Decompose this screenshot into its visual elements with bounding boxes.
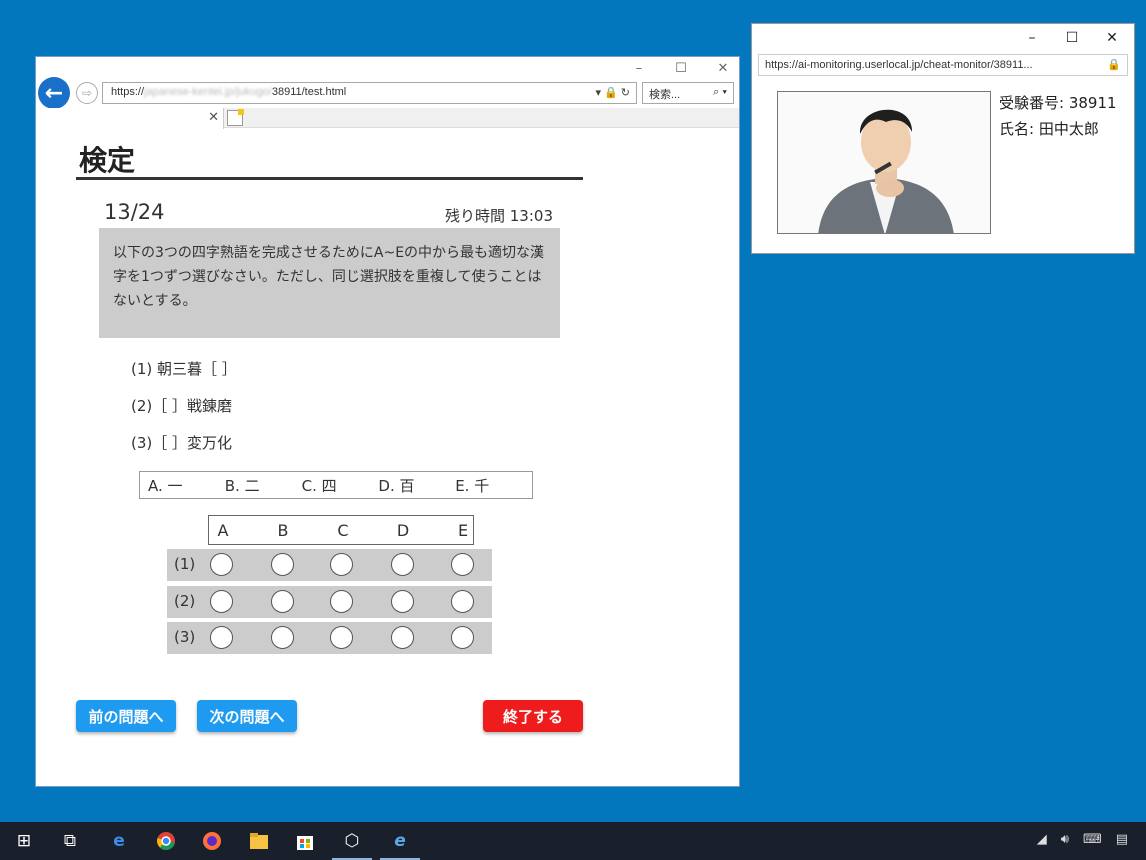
chrome-icon[interactable] <box>154 829 178 853</box>
choice-list: A. 一 B. 二 C. 四 D. 百 E. 千 <box>139 471 533 499</box>
person-photo-icon <box>778 92 990 233</box>
file-explorer-icon[interactable] <box>247 829 271 853</box>
examinee-webcam-photo <box>777 91 991 234</box>
maximize-button[interactable]: ☐ <box>673 61 689 76</box>
close-button[interactable]: ✕ <box>715 61 731 76</box>
system-tray: ◢ 🔊︎ ⌨ ▤ <box>1037 832 1128 847</box>
back-arrow-icon[interactable]: ← <box>38 77 70 109</box>
url-path: 38911/test.html <box>271 86 347 98</box>
answer-row-1: (1) <box>167 549 492 581</box>
title-divider <box>76 177 583 180</box>
radio-2-e[interactable] <box>451 590 474 613</box>
taskbar: ⊞ ⧉ e ⬡ e ◢ 🔊︎ ⌨ ▤ <box>0 822 1146 860</box>
column-e: E <box>457 521 469 540</box>
firefox-icon[interactable] <box>200 829 224 853</box>
exam-browser-window: – ☐ ✕ ← ⇨ https://japanese-kentei.jp/juk… <box>35 56 740 787</box>
close-icon[interactable]: ✕ <box>208 110 219 125</box>
store-icon[interactable] <box>293 829 317 853</box>
column-b: B <box>277 521 289 540</box>
monitor-url: https://ai-monitoring.userlocal.jp/cheat… <box>765 59 1033 71</box>
monitor-minimize-button[interactable]: – <box>1024 30 1040 46</box>
radio-1-b[interactable] <box>271 553 294 576</box>
url-prefix: https:// <box>111 86 145 98</box>
answer-grid-header: A B C D E <box>208 515 474 545</box>
radio-1-e[interactable] <box>451 553 474 576</box>
lock-icon: 🔒 <box>1107 59 1121 71</box>
prev-question-button[interactable]: 前の問題へ <box>76 700 176 732</box>
choice-a: A. 一 <box>148 476 183 495</box>
window-controls: – ☐ ✕ <box>631 61 731 76</box>
examinee-name: 氏名: 田中太郎 <box>999 120 1099 138</box>
choice-b: B. 二 <box>224 476 260 495</box>
monitor-close-button[interactable]: ✕ <box>1104 30 1120 46</box>
radio-2-c[interactable] <box>330 590 353 613</box>
notifications-icon[interactable]: ▤ <box>1116 832 1128 847</box>
radio-2-b[interactable] <box>271 590 294 613</box>
tab-bar: ✕ <box>36 108 739 129</box>
radio-3-a[interactable] <box>210 626 233 649</box>
monitor-address-bar[interactable]: https://ai-monitoring.userlocal.jp/cheat… <box>758 54 1128 76</box>
row-label-2: (2) <box>174 592 196 610</box>
radio-1-d[interactable] <box>391 553 414 576</box>
new-tab-icon[interactable] <box>227 109 244 126</box>
remaining-time: 残り時間 13:03 <box>445 207 553 225</box>
minimize-button[interactable]: – <box>631 61 647 76</box>
choice-d: D. 百 <box>378 476 415 495</box>
choice-e: E. 千 <box>455 476 490 495</box>
windows-start-icon[interactable]: ⊞ <box>12 829 36 853</box>
row-label-3: (3) <box>174 628 196 646</box>
address-icons: ▾ 🔒 ↻ <box>595 87 630 99</box>
refresh-icon[interactable]: ↻ <box>621 87 630 99</box>
search-placeholder: 検索... <box>649 89 681 101</box>
examinee-info: 受験番号: 38911 氏名: 田中太郎 <box>999 90 1117 142</box>
radio-3-e[interactable] <box>451 626 474 649</box>
column-d: D <box>396 521 410 540</box>
next-question-button[interactable]: 次の問題へ <box>197 700 297 732</box>
question-text: 以下の3つの四字熟語を完成させるためにA~Eの中から最も適切な漢字を1つずつ選び… <box>113 245 545 309</box>
item-3: (3)［ ］変万化 <box>131 434 233 452</box>
tab-current[interactable]: ✕ <box>36 108 224 129</box>
item-2: (2)［ ］戦錬磨 <box>131 397 233 415</box>
page-title: 検定 <box>79 144 136 177</box>
question-number: 13/24 <box>104 200 165 224</box>
radio-1-c[interactable] <box>330 553 353 576</box>
keyboard-icon[interactable]: ⌨ <box>1083 832 1102 847</box>
volume-icon[interactable]: 🔊︎ <box>1061 832 1069 847</box>
column-c: C <box>337 521 349 540</box>
exam-id: 受験番号: 38911 <box>999 94 1117 112</box>
item-1: (1) 朝三暮［ ］ <box>131 360 237 378</box>
radio-1-a[interactable] <box>210 553 233 576</box>
column-a: A <box>217 521 229 540</box>
answer-row-3: (3) <box>167 622 492 654</box>
network-icon[interactable]: ◢ <box>1037 832 1047 847</box>
radio-2-a[interactable] <box>210 590 233 613</box>
virtualbox-icon[interactable]: ⬡ <box>340 829 364 853</box>
edge-icon[interactable]: e <box>107 829 131 853</box>
radio-3-d[interactable] <box>391 626 414 649</box>
search-input[interactable]: 検索... ⌕ ▾ <box>642 82 734 104</box>
task-view-icon[interactable]: ⧉ <box>58 829 82 853</box>
radio-3-b[interactable] <box>271 626 294 649</box>
address-bar[interactable]: https://japanese-kentei.jp/jukugo/38911/… <box>102 82 637 104</box>
search-icon[interactable]: ⌕ ▾ <box>713 86 727 99</box>
radio-3-c[interactable] <box>330 626 353 649</box>
choice-c: C. 四 <box>301 476 337 495</box>
question-box: 以下の3つの四字熟語を完成させるためにA~Eの中から最も適切な漢字を1つずつ選び… <box>99 228 560 338</box>
forward-arrow-icon[interactable]: ⇨ <box>76 82 98 104</box>
lock-icon: 🔒 <box>604 87 618 99</box>
internet-explorer-icon[interactable]: e <box>388 829 412 853</box>
monitor-window-controls: – ☐ ✕ <box>1024 30 1120 46</box>
monitor-maximize-button[interactable]: ☐ <box>1064 30 1080 46</box>
finish-button[interactable]: 終了する <box>483 700 583 732</box>
monitor-window: – ☐ ✕ https://ai-monitoring.userlocal.jp… <box>751 23 1135 254</box>
answer-row-2: (2) <box>167 586 492 618</box>
row-label-1: (1) <box>174 555 196 573</box>
url-host: japanese-kentei.jp/jukugo/ <box>144 86 272 98</box>
radio-2-d[interactable] <box>391 590 414 613</box>
